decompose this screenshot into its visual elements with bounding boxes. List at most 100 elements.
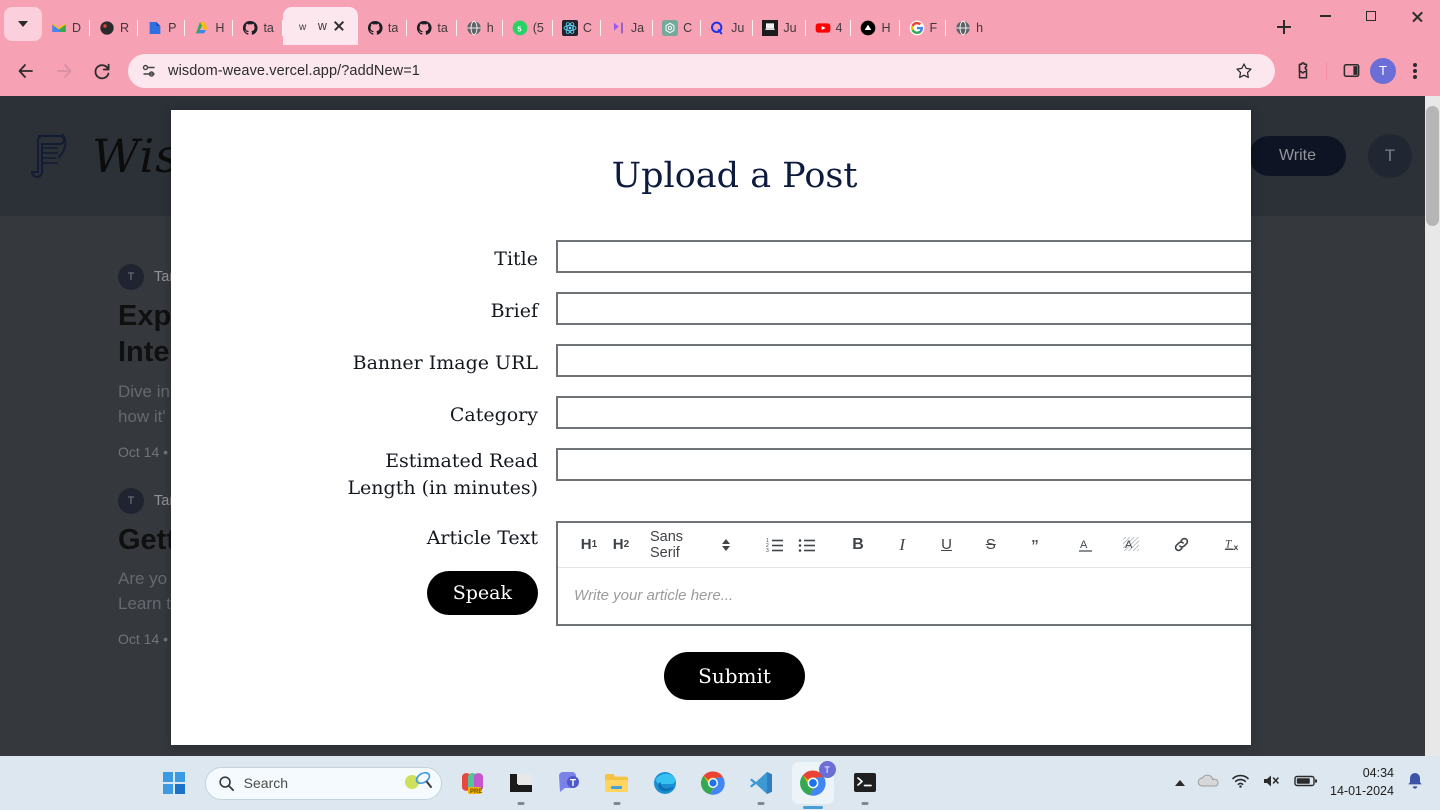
browser-tab[interactable]: ta xyxy=(358,11,408,45)
tab-title: R xyxy=(120,21,130,35)
profile-avatar[interactable]: T xyxy=(1370,57,1396,84)
edge-icon[interactable] xyxy=(648,766,682,800)
globe-icon xyxy=(466,20,482,36)
show-hidden-icons[interactable] xyxy=(1175,780,1186,786)
font-family-select[interactable]: Sans Serif xyxy=(650,529,731,561)
back-button[interactable] xyxy=(8,53,44,89)
editor-text-area[interactable]: Write your article here... xyxy=(558,568,1251,624)
page-scrollbar[interactable] xyxy=(1425,96,1440,756)
chrome-active-icon[interactable]: T xyxy=(791,761,836,809)
browser-tab[interactable]: P xyxy=(138,11,186,45)
extensions-button[interactable] xyxy=(1285,54,1319,88)
bold-icon[interactable]: B xyxy=(843,530,873,560)
heading-1-icon[interactable]: H1 xyxy=(574,530,604,560)
svg-text:x: x xyxy=(1233,543,1238,553)
close-tab-icon[interactable] xyxy=(332,19,346,33)
close-window-button[interactable] xyxy=(1394,0,1440,32)
upload-post-modal: Upload a Post Title Brief Banner Image URL… xyxy=(171,110,1251,745)
link-icon[interactable] xyxy=(1167,530,1197,560)
tab-title: 4 xyxy=(835,21,843,35)
chrome-icon[interactable] xyxy=(696,766,730,800)
perplexity-icon xyxy=(610,20,626,36)
tab-title: Ja xyxy=(630,21,645,35)
gmail-icon xyxy=(51,20,67,36)
rich-text-editor[interactable]: H1 H2 Sans Serif 1 2 3 B I U S ” A A T x… xyxy=(556,520,1251,626)
terminal-icon[interactable] xyxy=(848,766,882,805)
text-color-icon[interactable]: A xyxy=(1071,530,1101,560)
vscode-icon[interactable] xyxy=(744,766,778,805)
github-icon xyxy=(242,20,259,36)
speak-button[interactable]: Speak xyxy=(426,570,538,615)
search-input[interactable]: Search xyxy=(204,766,442,800)
browser-tab[interactable]: 4 xyxy=(806,11,852,45)
underline-icon[interactable]: U xyxy=(932,530,962,560)
browser-tab[interactable]: ta xyxy=(233,11,283,45)
start-icon[interactable] xyxy=(157,766,191,800)
input-field[interactable] xyxy=(556,240,1251,273)
quora-icon xyxy=(710,20,726,36)
browser-tab[interactable]: ta xyxy=(407,11,457,45)
highlight-color-icon[interactable]: A xyxy=(1116,530,1146,560)
clock[interactable]: 04:34 14-01-2024 xyxy=(1330,765,1394,801)
side-panel-button[interactable] xyxy=(1334,54,1368,88)
maximize-button[interactable] xyxy=(1348,0,1394,32)
browser-tab-active[interactable]: ww xyxy=(282,7,358,45)
heading-2-icon[interactable]: H2 xyxy=(606,530,636,560)
browser-tab[interactable]: Ju xyxy=(753,11,806,45)
tab-search-button[interactable] xyxy=(4,7,42,41)
strikethrough-icon[interactable]: S xyxy=(976,530,1006,560)
google-docs-icon xyxy=(147,20,163,36)
file-manager-icon[interactable] xyxy=(504,766,538,805)
volume-muted-icon[interactable] xyxy=(1262,773,1282,794)
blockquote-icon[interactable]: ” xyxy=(1020,530,1050,560)
browser-menu-button[interactable] xyxy=(1398,54,1432,88)
clock-date: 14-01-2024 xyxy=(1330,784,1394,798)
clear-format-icon[interactable]: Tx xyxy=(1218,530,1248,560)
bullet-list-icon[interactable] xyxy=(792,530,822,560)
tab-title: F xyxy=(929,21,938,35)
forward-arrow-icon xyxy=(57,63,72,78)
input-field[interactable] xyxy=(556,344,1251,377)
office-icon[interactable]: PRE xyxy=(456,766,490,800)
field-wrapper xyxy=(556,292,1251,325)
browser-tab[interactable]: h xyxy=(457,11,503,45)
browser-tab[interactable]: h xyxy=(946,11,992,45)
running-indicator xyxy=(517,802,525,805)
teams-icon[interactable] xyxy=(552,766,586,800)
url-text: wisdom-weave.vercel.app/?addNew=1 xyxy=(168,62,420,79)
battery-icon[interactable] xyxy=(1294,774,1318,793)
input-field[interactable] xyxy=(556,448,1251,481)
browser-tab[interactable]: 5 (5 xyxy=(503,11,553,45)
chatgpt-icon xyxy=(662,20,679,36)
input-field[interactable] xyxy=(556,292,1251,325)
forward-button[interactable] xyxy=(46,53,82,89)
address-bar[interactable]: wisdom-weave.vercel.app/?addNew=1 xyxy=(128,53,1275,88)
divider xyxy=(1326,61,1327,80)
browser-tab[interactable]: C xyxy=(553,11,601,45)
submit-button[interactable]: Submit xyxy=(664,651,805,700)
wifi-icon[interactable] xyxy=(1231,773,1250,794)
reload-icon xyxy=(94,63,110,79)
svg-text:3: 3 xyxy=(766,548,769,554)
browser-tab[interactable]: F xyxy=(900,11,947,45)
minimize-button[interactable] xyxy=(1302,0,1348,32)
browser-tab[interactable]: C xyxy=(653,11,702,45)
reload-button[interactable] xyxy=(84,53,120,89)
field-wrapper xyxy=(556,448,1251,481)
new-tab-button[interactable] xyxy=(1270,13,1298,41)
onedrive-icon[interactable] xyxy=(1197,773,1219,794)
page-scrollbar-thumb[interactable] xyxy=(1426,106,1439,226)
file-explorer-icon[interactable] xyxy=(600,766,634,805)
notifications-icon[interactable] xyxy=(1406,771,1424,795)
input-field[interactable] xyxy=(556,396,1251,429)
browser-tab[interactable]: H xyxy=(185,11,234,45)
bookmark-star-icon[interactable] xyxy=(1227,54,1261,88)
italic-icon[interactable]: I xyxy=(887,530,917,560)
browser-tab[interactable]: H xyxy=(851,11,900,45)
browser-tab[interactable]: Ja xyxy=(601,11,654,45)
browser-tab[interactable]: R xyxy=(90,11,139,45)
browser-tab[interactable]: D xyxy=(42,11,91,45)
browser-tab[interactable]: Ju xyxy=(701,11,754,45)
ordered-list-icon[interactable]: 123 xyxy=(760,530,790,560)
system-tray: 04:34 14-01-2024 xyxy=(1175,765,1430,801)
